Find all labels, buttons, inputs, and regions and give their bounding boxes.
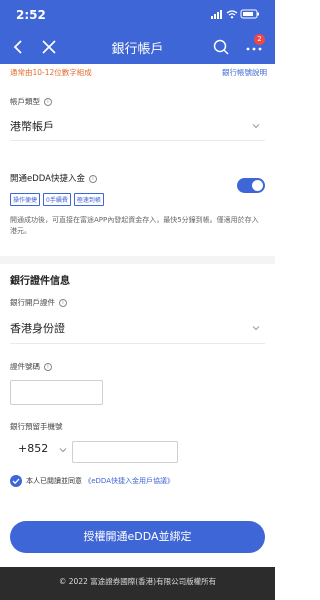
status-bar: 2:52 [0, 0, 275, 30]
edda-tag: 極速到帳 [73, 193, 104, 206]
id-number-input[interactable] [10, 380, 103, 405]
info-icon[interactable]: i [44, 363, 52, 371]
info-icon[interactable]: i [59, 299, 67, 307]
id-number-label: 證件號碼 i [10, 361, 52, 372]
section-title: 銀行證件信息 [10, 276, 70, 287]
id-doc-value: 香港身份證 [10, 322, 65, 335]
check-icon [12, 478, 20, 485]
edda-tag: 操作便捷 [10, 193, 41, 206]
account-type-label-text: 帳戶類型 [10, 97, 40, 106]
nav-bar: 銀行帳戶 2 [0, 30, 275, 64]
edda-tags: 操作便捷 0手續費 極速到帳 [10, 193, 107, 206]
edda-tag: 0手續費 [43, 193, 71, 206]
agreement-link[interactable]: 《eDDA快捷入金用戶協議》 [84, 477, 174, 485]
edda-note: 開通成功後，可直接在富途APP內發起資金存入，最快5分鐘到帳。僅適用於存入港元。 [10, 216, 259, 235]
account-type-select[interactable]: 港幣帳戶 [10, 118, 265, 134]
agreement-checkbox[interactable] [10, 475, 22, 487]
status-time: 2:52 [16, 8, 46, 22]
account-number-hint-row: 通常由10-12位數字組成 銀行帳號說明 [0, 64, 275, 80]
chevron-down-icon[interactable] [58, 445, 68, 455]
search-icon[interactable] [211, 37, 231, 57]
page-title: 銀行帳戶 [111, 42, 164, 57]
id-doc-label-text: 銀行開戶證件 [10, 298, 55, 307]
edda-toggle[interactable] [237, 178, 265, 193]
battery-icon [240, 9, 259, 19]
id-doc-label: 銀行開戶證件 i [10, 297, 67, 308]
footer: © 2022 富途證券國際(香港)有限公司版權所有 [0, 567, 275, 600]
info-icon[interactable]: i [89, 174, 97, 183]
toggle-knob [252, 180, 263, 191]
divider [10, 140, 265, 141]
footer-text: © 2022 富途證券國際(香港)有限公司版權所有 [58, 577, 217, 586]
chevron-down-icon [252, 124, 260, 129]
account-number-hint: 通常由10-12位數字組成 [10, 68, 92, 77]
agreement-text: 本人已閱讀並同意 [26, 477, 82, 485]
info-icon[interactable]: i [44, 98, 52, 106]
account-type-value: 港幣帳戶 [10, 120, 54, 133]
submit-button[interactable]: 授權開通eDDA並綁定 [10, 521, 265, 553]
phone-input[interactable] [72, 441, 178, 463]
id-doc-select[interactable]: 香港身份證 [10, 320, 265, 336]
chevron-down-icon [252, 326, 260, 331]
agreement-row: 本人已閱讀並同意 《eDDA快捷入金用戶協議》 [10, 475, 174, 487]
phone-label: 銀行預留手機號 [10, 422, 63, 431]
edda-label: 開通eDDA快捷入金 i [10, 172, 97, 184]
phone-prefix-select[interactable]: +852 [18, 442, 48, 455]
account-type-label: 帳戶類型 i [10, 96, 52, 107]
divider [10, 343, 265, 344]
edda-label-text: 開通eDDA快捷入金 [10, 174, 85, 184]
signal-icon [211, 10, 222, 19]
notification-badge: 2 [254, 34, 265, 45]
account-number-help-link[interactable]: 銀行帳號說明 [222, 67, 267, 78]
status-icons [211, 9, 259, 19]
wifi-icon [226, 10, 238, 19]
section-separator [0, 256, 275, 264]
id-number-label-text: 證件號碼 [10, 362, 40, 371]
